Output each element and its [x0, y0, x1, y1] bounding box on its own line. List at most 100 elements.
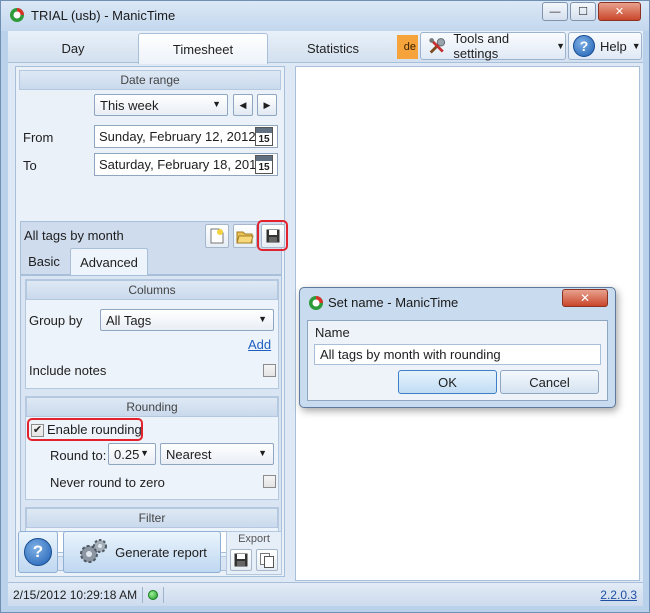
period-dropdown[interactable]: This week ▼ — [94, 94, 228, 116]
manictime-logo-icon — [309, 296, 323, 310]
export-save-button[interactable] — [230, 549, 252, 571]
columns-header: Columns — [26, 280, 278, 300]
date-range-header: Date range — [19, 70, 281, 90]
report-name: All tags by month — [24, 228, 124, 243]
gears-icon — [80, 539, 108, 563]
never-round-checkbox[interactable] — [263, 475, 276, 488]
close-button[interactable]: ✕ — [598, 2, 641, 21]
main-tabbar: Day Timesheet Statistics de Tools and se… — [8, 31, 643, 64]
upgrade-tab-label: de — [403, 41, 416, 53]
chevron-down-icon: ▼ — [258, 314, 267, 324]
rounding-group: Rounding ✔ Enable rounding Round to: 0.2… — [25, 396, 279, 500]
tab-basic-label: Basic — [28, 254, 60, 269]
cancel-button[interactable]: Cancel — [500, 370, 599, 394]
advanced-settings-area: Columns Group by All Tags ▼ Add Include … — [20, 275, 282, 571]
minimize-icon: — — [549, 5, 561, 18]
export-label: Export — [238, 533, 270, 545]
calendar-icon[interactable]: 15 — [255, 127, 273, 146]
dialog-close-button[interactable]: ✕ — [562, 289, 608, 307]
tab-advanced-label: Advanced — [80, 254, 138, 270]
chevron-down-icon: ▼ — [140, 448, 149, 458]
previous-period-button[interactable]: ◀ — [233, 94, 253, 116]
columns-group: Columns Group by All Tags ▼ Add Include … — [25, 279, 279, 389]
status-separator — [142, 586, 144, 603]
filter-header: Filter — [26, 508, 278, 528]
title-bar: TRIAL (usb) - ManicTime — ☐ ✕ — [1, 1, 649, 31]
folder-icon — [236, 231, 254, 243]
upgrade-tab[interactable]: de — [397, 35, 418, 59]
tab-statistics[interactable]: Statistics — [268, 33, 398, 63]
group-by-label: Group by — [29, 313, 83, 328]
close-icon: ✕ — [579, 291, 591, 305]
new-report-button[interactable] — [205, 224, 229, 248]
minimize-button[interactable]: — — [542, 2, 568, 21]
next-period-button[interactable]: ▶ — [257, 94, 277, 116]
manictime-logo-icon — [10, 8, 24, 22]
chevron-down-icon: ▼ — [631, 41, 641, 51]
help-icon: ? — [24, 538, 52, 566]
name-label: Name — [315, 325, 350, 340]
chevron-down-icon: ▼ — [212, 99, 221, 109]
maximize-button[interactable]: ☐ — [570, 2, 596, 21]
report-settings-panel: Date range This week ▼ ◀ ▶ From Sunday, … — [15, 66, 288, 577]
version-link[interactable]: 2.2.0.3 — [600, 588, 637, 602]
period-value: This week — [100, 97, 159, 113]
tools-and-settings-button[interactable]: Tools and settings ▼ — [420, 31, 566, 61]
window-title: TRIAL (usb) - ManicTime — [31, 8, 176, 23]
help-icon: ? — [573, 35, 595, 57]
tools-icon — [429, 38, 446, 54]
status-separator — [163, 586, 165, 603]
report-name-input[interactable]: All tags by month with rounding — [314, 344, 601, 365]
dialog-title: Set name - ManicTime — [328, 295, 459, 310]
group-by-value: All Tags — [106, 312, 152, 328]
open-report-button[interactable] — [233, 224, 257, 248]
tab-day-label: Day — [61, 40, 85, 56]
to-date-field[interactable]: Saturday, February 18, 2012 15 — [94, 153, 278, 176]
save-disk-icon — [234, 553, 248, 567]
help-label: Help — [600, 38, 627, 54]
to-label: To — [23, 158, 37, 173]
dialog-body: Name All tags by month with rounding OK … — [307, 320, 608, 401]
export-copy-button[interactable] — [256, 549, 278, 571]
rounding-mode-value: Nearest — [166, 446, 212, 462]
close-icon: ✕ — [614, 6, 625, 18]
to-date-value: Saturday, February 18, 2012 — [99, 157, 264, 172]
set-name-dialog: Set name - ManicTime ✕ Name All tags by … — [299, 287, 616, 408]
from-date-value: Sunday, February 12, 2012 — [99, 129, 256, 144]
tracking-status-icon — [148, 589, 159, 600]
calendar-icon[interactable]: 15 — [255, 155, 273, 174]
add-column-link[interactable]: Add — [248, 337, 271, 352]
ok-label: OK — [438, 374, 457, 390]
export-group: Export — [226, 531, 282, 575]
generate-report-button[interactable]: Generate report — [63, 531, 221, 573]
tab-statistics-label: Statistics — [306, 40, 359, 56]
include-notes-checkbox[interactable] — [263, 364, 276, 377]
round-to-value: 0.25 — [114, 446, 140, 462]
copy-icon — [260, 552, 274, 568]
chevron-down-icon: ▼ — [258, 448, 267, 458]
never-round-label: Never round to zero — [50, 475, 165, 490]
chevron-down-icon: ▼ — [556, 41, 565, 51]
arrow-right-icon: ▶ — [263, 99, 271, 110]
group-by-dropdown[interactable]: All Tags ▼ — [100, 309, 274, 331]
arrow-left-icon: ◀ — [239, 99, 247, 110]
tab-timesheet-label: Timesheet — [172, 41, 234, 57]
from-label: From — [23, 130, 54, 145]
tab-basic[interactable]: Basic — [22, 248, 66, 275]
ok-button[interactable]: OK — [398, 370, 497, 394]
from-date-field[interactable]: Sunday, February 12, 2012 15 — [94, 125, 278, 148]
tab-timesheet[interactable]: Timesheet — [138, 33, 268, 64]
enable-rounding-highlight — [27, 418, 143, 441]
round-to-label: Round to: — [50, 448, 107, 463]
include-notes-label: Include notes — [29, 363, 107, 378]
maximize-icon: ☐ — [578, 6, 588, 18]
help-menu-button[interactable]: ? Help ▼ — [568, 32, 642, 60]
rounding-mode-dropdown[interactable]: Nearest ▼ — [160, 443, 274, 465]
tab-advanced[interactable]: Advanced — [70, 248, 148, 275]
report-help-button[interactable]: ? — [18, 531, 58, 573]
new-document-icon — [210, 228, 224, 244]
save-button-highlight — [257, 220, 288, 251]
round-to-dropdown[interactable]: 0.25 ▼ — [108, 443, 156, 465]
status-bar: 2/15/2012 10:29:18 AM 2.2.0.3 — [8, 582, 643, 606]
tab-day[interactable]: Day — [8, 33, 138, 63]
